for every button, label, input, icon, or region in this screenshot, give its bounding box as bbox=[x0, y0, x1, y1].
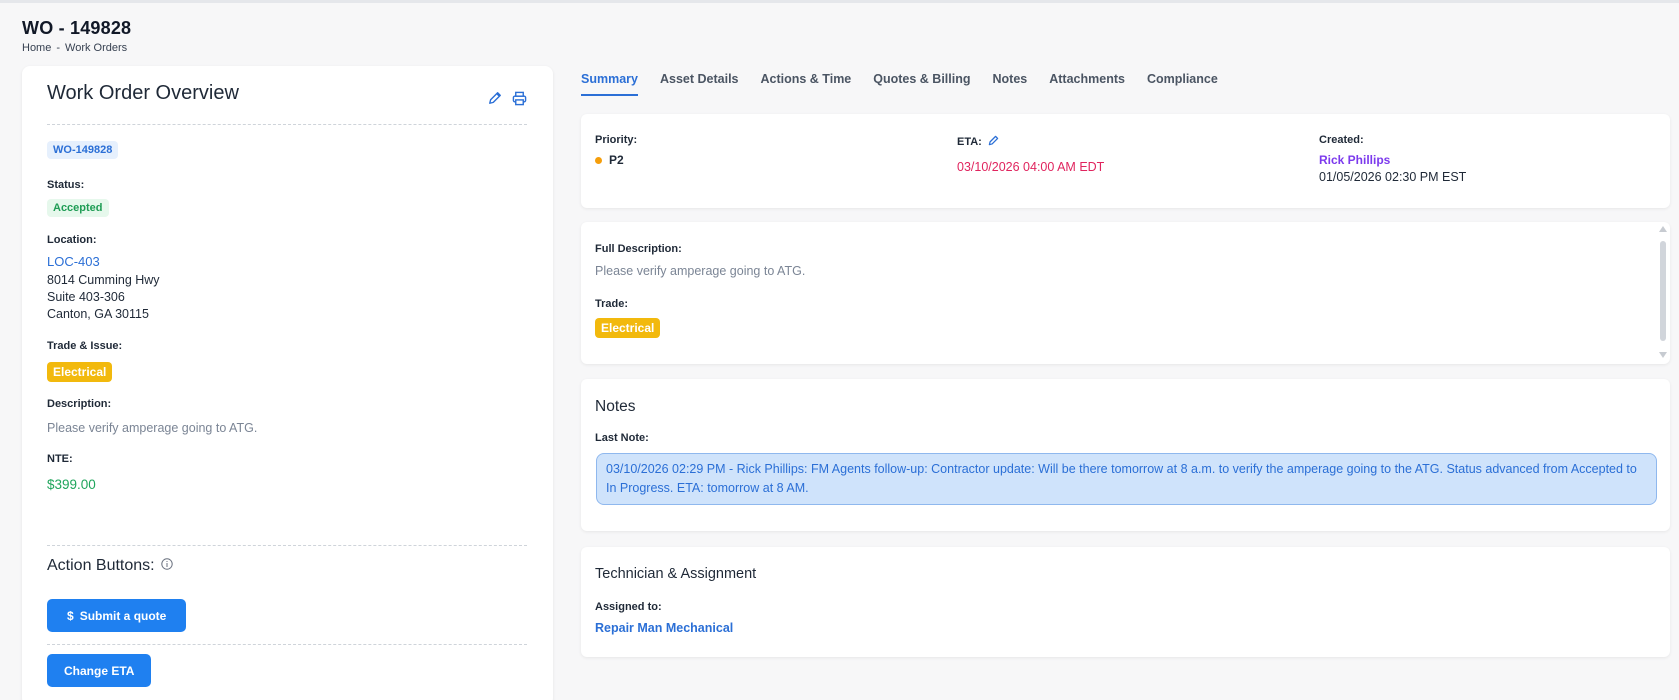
breadcrumb-work-orders[interactable]: Work Orders bbox=[65, 42, 127, 54]
technician-title: Technician & Assignment bbox=[595, 566, 757, 582]
location-link[interactable]: LOC-403 bbox=[47, 254, 100, 269]
divider bbox=[47, 124, 527, 125]
trade-issue-label: Trade & Issue: bbox=[47, 340, 123, 352]
last-note-label: Last Note: bbox=[595, 432, 649, 444]
tab-summary[interactable]: Summary bbox=[581, 72, 638, 96]
priority-value: P2 bbox=[609, 153, 624, 167]
tab-compliance[interactable]: Compliance bbox=[1147, 72, 1218, 96]
details-card: Full Description: Please verify amperage… bbox=[581, 222, 1670, 364]
wo-number-badge: WO-149828 bbox=[47, 141, 119, 159]
created-block: Created: Rick Phillips 01/05/2026 02:30 … bbox=[1319, 134, 1466, 184]
action-buttons-title: Action Buttons: bbox=[47, 557, 155, 574]
divider bbox=[47, 545, 527, 546]
priority-row: P2 bbox=[595, 153, 637, 167]
overview-actions bbox=[487, 90, 527, 106]
dollar-icon: $ bbox=[67, 608, 74, 623]
status-label: Status: bbox=[47, 179, 85, 191]
created-by-link[interactable]: Rick Phillips bbox=[1319, 153, 1466, 167]
technician-card: Technician & Assignment Assigned to: Rep… bbox=[581, 547, 1670, 657]
notes-title: Notes bbox=[595, 398, 636, 415]
nte-value: $399.00 bbox=[47, 477, 96, 492]
trade-badge-wrap: Electrical bbox=[595, 318, 661, 338]
description-label: Description: bbox=[47, 398, 112, 410]
eta-value: 03/10/2026 04:00 AM EDT bbox=[957, 160, 1105, 174]
printer-icon[interactable] bbox=[511, 90, 527, 106]
address-line-3: Canton, GA 30115 bbox=[47, 307, 149, 321]
trade-badge: Electrical bbox=[595, 318, 661, 338]
trade-badge-wrap: Electrical bbox=[47, 362, 113, 382]
scroll-down-arrow-icon[interactable] bbox=[1659, 352, 1667, 358]
address-line-2: Suite 403-306 bbox=[47, 290, 125, 304]
breadcrumb-separator: - bbox=[56, 42, 61, 54]
page-title: WO - 149828 bbox=[22, 18, 132, 38]
eta-label-row: ETA: bbox=[957, 133, 1104, 151]
trade-badge: Electrical bbox=[47, 362, 113, 382]
tab-asset-details[interactable]: Asset Details bbox=[660, 72, 739, 96]
eta-block: ETA: 03/10/2026 04:00 AM EDT bbox=[957, 133, 1104, 174]
tab-quotes-billing[interactable]: Quotes & Billing bbox=[873, 72, 970, 96]
full-description-label: Full Description: bbox=[595, 243, 682, 255]
submit-quote-button[interactable]: $ Submit a quote bbox=[47, 599, 187, 632]
top-strip bbox=[0, 0, 1679, 3]
created-label: Created: bbox=[1319, 134, 1364, 146]
assigned-technician-link[interactable]: Repair Man Mechanical bbox=[595, 621, 733, 635]
last-note-box: 03/10/2026 02:29 PM - Rick Phillips: FM … bbox=[596, 453, 1657, 505]
priority-dot-icon bbox=[595, 156, 602, 164]
action-buttons-heading: Action Buttons: bbox=[47, 557, 173, 575]
tab-attachments[interactable]: Attachments bbox=[1049, 72, 1125, 96]
info-icon[interactable] bbox=[160, 557, 173, 575]
tab-notes[interactable]: Notes bbox=[993, 72, 1028, 96]
priority-block: Priority: P2 bbox=[595, 134, 637, 167]
breadcrumb-home[interactable]: Home bbox=[22, 42, 51, 54]
location-label: Location: bbox=[47, 234, 97, 246]
address-line-1: 8014 Cumming Hwy bbox=[47, 273, 160, 287]
description-text: Please verify amperage going to ATG. bbox=[47, 421, 258, 435]
assigned-to-label: Assigned to: bbox=[595, 601, 662, 613]
change-eta-label: Change ETA bbox=[64, 663, 135, 678]
scroll-up-arrow-icon[interactable] bbox=[1659, 226, 1667, 232]
scroll-thumb[interactable] bbox=[1660, 241, 1666, 341]
pencil-icon[interactable] bbox=[487, 90, 503, 106]
page-header: WO - 149828 Home - Work Orders bbox=[22, 18, 131, 54]
divider bbox=[47, 644, 527, 645]
eta-label: ETA: bbox=[957, 136, 982, 148]
breadcrumb: Home - Work Orders bbox=[22, 42, 131, 54]
full-description-text: Please verify amperage going to ATG. bbox=[595, 264, 806, 278]
summary-card: Priority: P2 ETA: 03/10/2026 04:00 AM ED… bbox=[581, 114, 1670, 208]
notes-card: Notes Last Note: 03/10/2026 02:29 PM - R… bbox=[581, 379, 1670, 531]
created-date: 01/05/2026 02:30 PM EST bbox=[1319, 170, 1467, 184]
details-scrollbar[interactable] bbox=[1659, 226, 1667, 358]
work-order-overview-card: Work Order Overview WO-149828 Status: Ac… bbox=[22, 66, 553, 700]
change-eta-button[interactable]: Change ETA bbox=[47, 654, 152, 687]
submit-quote-label: Submit a quote bbox=[79, 608, 167, 623]
tab-actions-time[interactable]: Actions & Time bbox=[761, 72, 852, 96]
status-badge: Accepted bbox=[47, 199, 109, 217]
overview-title: Work Order Overview bbox=[47, 82, 239, 104]
priority-label: Priority: bbox=[595, 134, 638, 146]
tab-bar: Summary Asset Details Actions & Time Quo… bbox=[581, 72, 1218, 96]
pencil-icon[interactable] bbox=[988, 133, 999, 151]
trade-label: Trade: bbox=[595, 298, 629, 310]
nte-label: NTE: bbox=[47, 453, 73, 465]
